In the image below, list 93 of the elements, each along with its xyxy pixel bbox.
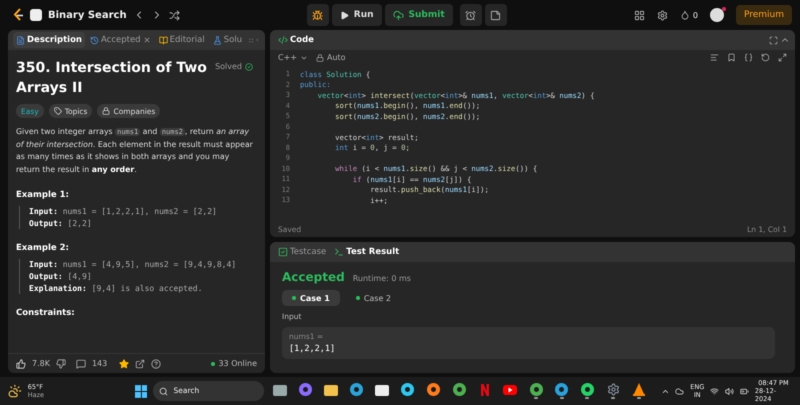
input-value: [1,2,2,1] [289,344,336,354]
letter-n-icon[interactable] [480,384,489,396]
play-icon[interactable] [503,384,518,394]
note-button[interactable] [484,4,507,26]
document-icon [16,36,25,44]
cloud-upload-icon [392,10,404,20]
cone-icon[interactable] [632,383,645,396]
timer-button[interactable] [460,4,482,26]
panel-tab[interactable]: Accepted [86,32,154,48]
cloud-icon[interactable] [675,386,684,396]
windows-icon[interactable] [134,384,148,398]
example-line: Output: [4,9] [29,271,93,282]
play-icon [340,10,349,20]
avatar-icon[interactable] [710,8,724,22]
share-icon[interactable] [135,358,146,368]
braces-icon[interactable] [744,53,753,62]
battery-icon[interactable] [740,386,749,396]
gear-icon[interactable] [606,383,620,396]
close-icon[interactable] [142,36,151,44]
check-circle-icon [245,62,253,70]
flask-icon [212,36,222,44]
example-heading: Example 2: [16,243,70,253]
app-icon[interactable] [427,383,440,396]
bookmark-icon[interactable] [727,53,736,62]
checkbox-icon [278,247,288,257]
app-icon[interactable] [580,383,594,396]
tag-icon [54,107,62,115]
app-icon[interactable] [298,383,312,396]
solved-status: Solved [215,62,253,71]
panel-tab[interactable]: Description [13,32,85,48]
app-icon[interactable] [555,383,568,396]
alarm-clock-icon [465,10,476,20]
problem-title: 350. Intersection of Two Arrays II [16,59,208,98]
example-heading: Example 1: [16,190,70,200]
terminal-icon [334,247,344,257]
example-line: Input: nums1 = [1,2,2,1], nums2 = [2,2] [29,206,218,217]
bag-icon[interactable] [375,384,390,396]
app-icon[interactable] [401,383,414,396]
example-line: Input: nums1 = [4,9,5], nums2 = [9,4,9,8,4] [29,259,238,270]
panel-tab[interactable]: Solu [210,32,246,48]
language-select[interactable]: C++ [278,53,308,62]
run-button[interactable]: Run [332,4,382,26]
volume-icon[interactable] [725,386,734,396]
reset-icon[interactable] [761,53,770,62]
history-icon [90,36,99,44]
square-icon[interactable] [272,384,287,396]
maximize-icon[interactable] [249,36,254,44]
grid-icon[interactable] [634,10,645,20]
wifi-icon[interactable] [710,386,720,396]
settings-icon[interactable] [656,10,668,20]
app-icon[interactable] [452,383,466,396]
help-icon[interactable] [151,358,162,368]
code-icon [278,35,288,45]
comment-count: 143 [92,359,108,368]
streak-icon[interactable] [680,10,690,20]
panel-tab[interactable]: Editorial [156,32,208,48]
submit-button[interactable]: Submit [384,4,453,26]
app-icon[interactable] [350,383,364,396]
case-tab[interactable]: Case 1 [282,290,340,306]
constraints-heading: Constraints: [16,308,76,318]
premium-button[interactable]: Premium [736,5,792,25]
shuffle-icon[interactable] [168,10,180,20]
panel-tab[interactable]: Testcase [275,244,330,260]
book-icon [158,36,168,44]
panel-tab[interactable]: Test Result [331,244,402,260]
maximize-icon[interactable] [769,36,778,44]
example-line: Explanation: [9,4] is also accepted. [29,283,204,294]
search-icon [159,386,168,396]
note-icon [490,10,502,20]
comment-icon[interactable] [76,358,86,368]
app-icon[interactable] [530,383,543,396]
star-icon[interactable] [119,358,130,368]
logo-icon[interactable] [12,8,24,22]
lock-icon [316,54,324,62]
problem-list-link[interactable]: Binary Search [48,10,127,20]
like-icon[interactable] [16,358,26,368]
lock-icon [102,107,110,115]
auto-mode[interactable]: Auto [316,53,346,62]
verdict-text: Accepted [282,270,345,284]
bug-icon [312,10,324,20]
dislike-icon[interactable] [56,358,66,368]
code-tab[interactable]: Code [275,32,317,48]
expand-icon[interactable] [778,53,787,62]
online-count: 33 Online [211,359,257,368]
folder-icon[interactable] [324,384,338,396]
debug-button[interactable] [306,4,329,26]
runtime-text: Runtime: 0 ms [352,274,411,283]
weather-icon[interactable] [8,384,22,398]
case-tab[interactable]: Case 2 [346,290,402,306]
like-count: 7.8K [32,359,50,368]
streak-count: 0 [692,10,698,20]
format-icon[interactable] [710,53,719,62]
example-line: Output: [2,2] [29,218,93,229]
